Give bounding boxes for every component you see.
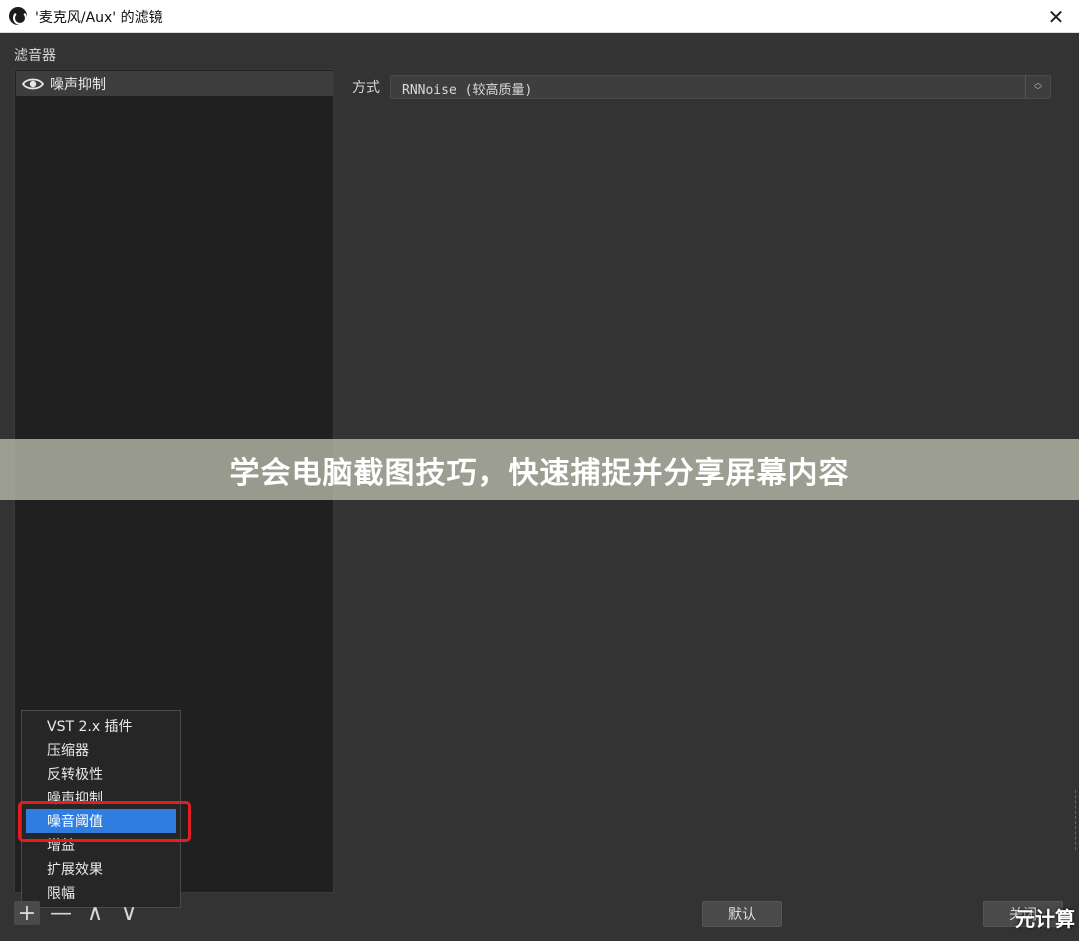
filter-toolbar: + — ∧ ∨ <box>14 900 142 926</box>
overlay-banner: 学会电脑截图技巧，快速捕捉并分享屏幕内容 <box>0 439 1079 500</box>
remove-filter-button[interactable]: — <box>48 901 74 926</box>
banner-text: 学会电脑截图技巧，快速捕捉并分享屏幕内容 <box>229 455 850 491</box>
method-select-value: RNNoise (较高质量) <box>402 83 533 98</box>
method-label: 方式 <box>352 80 380 96</box>
edge-divider <box>1075 790 1079 850</box>
filter-item-noise-suppression[interactable]: 噪声抑制 <box>16 71 333 96</box>
select-spinner-icon[interactable]: ︿ ﹀ <box>1025 76 1050 98</box>
close-window-button[interactable]: ✕ <box>1033 0 1079 33</box>
window-title: '麦克风/Aux' 的滤镜 <box>35 10 163 26</box>
defaults-button[interactable]: 默认 <box>702 901 782 927</box>
add-filter-menu: VST 2.x 插件 压缩器 反转极性 噪声抑制 噪音阈值 增益 扩展效果 限幅 <box>18 710 191 908</box>
menu-item-vst-plugin[interactable]: VST 2.x 插件 <box>26 714 176 738</box>
title-bar: '麦克风/Aux' 的滤镜 ✕ <box>0 0 1079 33</box>
annotation-highlight-box <box>18 801 191 842</box>
menu-item-invert-polarity[interactable]: 反转极性 <box>26 762 176 786</box>
move-down-button[interactable]: ∨ <box>116 901 142 926</box>
filter-item-label: 噪声抑制 <box>50 76 106 93</box>
watermark-text: 元计算 <box>1015 907 1075 931</box>
filters-section-label: 滤音器 <box>14 48 56 64</box>
eye-icon[interactable] <box>22 77 44 91</box>
menu-item-expander[interactable]: 扩展效果 <box>26 857 176 881</box>
method-select[interactable]: RNNoise (较高质量) ︿ ﹀ <box>390 75 1051 99</box>
menu-item-compressor[interactable]: 压缩器 <box>26 738 176 762</box>
add-filter-button[interactable]: + <box>14 901 40 926</box>
obs-logo-icon <box>9 7 27 25</box>
move-up-button[interactable]: ∧ <box>82 901 108 926</box>
